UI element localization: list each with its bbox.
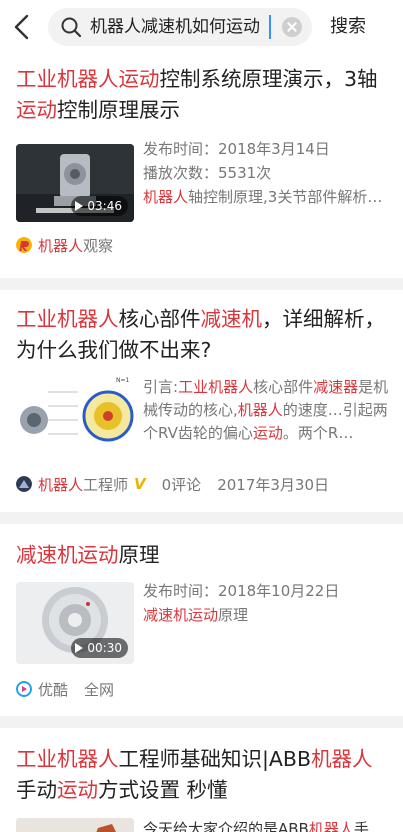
desc-highlight: 机器人 — [143, 188, 189, 206]
title-text: 控制系统原理演示，3轴 — [159, 67, 378, 91]
publish-date: 2017年3月30日 — [217, 475, 329, 494]
title-text: 手动 — [16, 778, 57, 802]
result-title[interactable]: 减速机运动原理 — [16, 540, 388, 571]
text-caret — [269, 15, 271, 39]
title-text: 方式设置 秒懂 — [98, 778, 228, 802]
title-text: 核心部件 — [118, 307, 201, 331]
title-highlight: 工业机器人 — [16, 307, 119, 331]
title-text: 控制原理展示 — [57, 98, 180, 122]
desc-text: 核心部件 — [253, 378, 314, 396]
result-title[interactable]: 工业机器人运动控制系统原理演示，3轴运动控制原理展示 — [16, 64, 388, 126]
source-scope: 全网 — [84, 680, 115, 699]
search-input[interactable]: 机器人减速机如何运动 — [48, 8, 312, 46]
title-highlight: 机器人 — [311, 747, 373, 771]
result-title[interactable]: 工业机器人工程师基础知识|ABB机器人手动运动方式设置 秒懂 — [16, 744, 388, 806]
result-card[interactable]: 工业机器人核心部件减速机，详细解析，为什么我们做不出来? N=1 引言:工业机器… — [0, 290, 403, 512]
play-icon — [75, 643, 84, 653]
desc-text: 。两个R… — [282, 424, 354, 442]
publish-date: 发布时间：2018年10月22日 — [143, 582, 340, 600]
video-duration: 03:46 — [71, 196, 128, 216]
source-logo-icon — [16, 237, 32, 253]
result-card[interactable]: 减速机运动原理 00:30 发布时间：2018年10月22日 减速机运动原理 优… — [0, 524, 403, 716]
result-title[interactable]: 工业机器人核心部件减速机，详细解析，为什么我们做不出来? — [16, 304, 388, 366]
video-thumbnail[interactable]: 00:30 — [16, 582, 134, 664]
robot-arm-thumbnail-image — [16, 818, 134, 832]
desc-highlight: 运动 — [252, 424, 283, 442]
source-highlight: 机器人 — [38, 236, 84, 255]
source-name: 观察 — [83, 236, 114, 255]
reducer-diagram-image: N=1 — [16, 372, 134, 454]
result-source[interactable]: 机器人 观察 — [16, 234, 113, 256]
duration-text: 03:46 — [87, 199, 122, 213]
result-source[interactable]: 优酷 全网 — [16, 678, 114, 700]
result-card[interactable]: 工业机器人工程师基础知识|ABB机器人手动运动方式设置 秒懂 今天给大家介绍的是… — [0, 728, 403, 832]
title-highlight: 减速机运动 — [16, 543, 119, 567]
title-highlight: 运动 — [57, 778, 98, 802]
desc-text: 轴控制原理,3关节部件解析… — [188, 188, 383, 206]
desc-highlight: 减速器 — [313, 378, 359, 396]
title-text: 原理 — [118, 543, 160, 567]
result-description: 机器人轴控制原理,3关节部件解析… — [143, 186, 389, 209]
title-highlight: 工业机器人 — [16, 747, 119, 771]
source-highlight: 机器人 — [38, 475, 84, 494]
clear-icon[interactable] — [282, 17, 302, 37]
verified-badge-icon: V — [134, 475, 146, 493]
desc-highlight: 工业机器人 — [178, 378, 254, 396]
back-arrow-icon[interactable] — [8, 12, 38, 42]
article-thumbnail[interactable] — [16, 818, 134, 832]
source-name: 工程师 — [83, 475, 129, 494]
search-icon — [61, 17, 82, 38]
svg-text:N=1: N=1 — [116, 377, 130, 384]
author-avatar-icon — [16, 476, 32, 492]
title-highlight: 工业机器人运动 — [16, 67, 160, 91]
comment-count: 0评论 — [161, 475, 202, 494]
desc-highlight: 机器人 — [237, 401, 283, 419]
play-icon — [75, 201, 84, 211]
youku-logo-icon — [16, 681, 32, 697]
desc-text: 原理 — [218, 606, 249, 624]
publish-date: 发布时间：2018年3月14日 — [143, 140, 330, 158]
video-duration: 00:30 — [71, 638, 128, 658]
video-thumbnail[interactable]: 03:46 — [16, 144, 134, 222]
title-text: 工程师基础知识|ABB — [118, 747, 312, 771]
title-highlight: 运动 — [16, 98, 57, 122]
search-query-text[interactable]: 机器人减速机如何运动 — [90, 16, 260, 38]
result-description: 今天给大家介绍的是ABB机器人手 — [143, 818, 389, 832]
play-count: 播放次数：5531次 — [143, 164, 272, 182]
result-card[interactable]: 工业机器人运动控制系统原理演示，3轴运动控制原理展示 03:46 发布时间：20… — [0, 56, 403, 278]
desc-text: 手 — [353, 820, 369, 832]
desc-text: 引言: — [143, 378, 179, 396]
result-description: 减速机运动原理 — [143, 604, 389, 627]
title-highlight: 减速机 — [200, 307, 263, 331]
result-source[interactable]: 机器人 工程师 V 0评论 2017年3月30日 — [16, 473, 329, 495]
duration-text: 00:30 — [87, 641, 122, 655]
source-name: 优酷 — [38, 680, 69, 699]
search-button[interactable]: 搜索 — [330, 14, 366, 40]
desc-highlight: 机器人 — [308, 820, 354, 832]
result-description: 引言:工业机器人核心部件减速器是机械传动的核心,机器人的速度…引起两个RV齿轮的… — [143, 376, 389, 446]
search-header: 机器人减速机如何运动 搜索 — [0, 0, 403, 56]
article-thumbnail[interactable]: N=1 — [16, 372, 134, 454]
desc-highlight: 减速机运动 — [143, 606, 219, 624]
desc-text: 今天给大家介绍的是ABB — [143, 820, 309, 832]
